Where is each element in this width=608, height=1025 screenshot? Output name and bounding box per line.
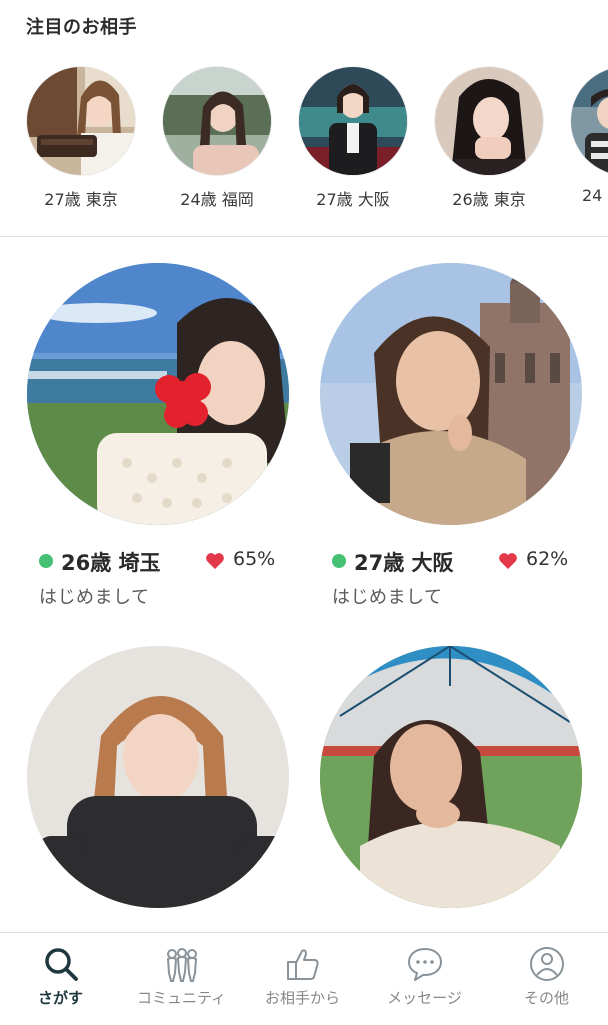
nav-item-from-partner[interactable]: お相手から bbox=[242, 933, 363, 1025]
featured-avatar[interactable] bbox=[298, 66, 408, 176]
community-icon bbox=[166, 948, 197, 982]
nav-label: その他 bbox=[523, 989, 569, 1007]
profile-card[interactable]: 26歳 埼玉 65% はじめまして bbox=[27, 263, 297, 613]
profile-photo[interactable] bbox=[27, 263, 289, 525]
featured-section: 注目のお相手 27歳 東京 24歳 福岡 27歳 大阪 26歳 東京 24 bbox=[0, 0, 608, 237]
featured-avatar[interactable] bbox=[434, 66, 544, 176]
featured-caption: 26歳 東京 bbox=[452, 190, 526, 209]
featured-item[interactable]: 27歳 東京 bbox=[26, 66, 136, 216]
heart-icon bbox=[206, 553, 224, 569]
profile-photo[interactable] bbox=[27, 646, 289, 908]
profile-age-location: 26歳 埼玉 bbox=[61, 551, 161, 575]
profile-greeting: はじめまして bbox=[332, 587, 443, 608]
featured-avatar[interactable] bbox=[26, 66, 136, 176]
profile-greeting: はじめまして bbox=[39, 587, 150, 608]
featured-caption: 24歳 福岡 bbox=[180, 190, 254, 209]
nav-item-other[interactable]: その他 bbox=[486, 933, 607, 1025]
featured-item[interactable]: 26歳 東京 bbox=[434, 66, 544, 216]
profile-card[interactable] bbox=[320, 646, 590, 916]
profile-meta: 27歳 大阪 62% bbox=[332, 547, 592, 577]
thumbs-up-icon bbox=[286, 949, 319, 980]
featured-caption: 24 bbox=[582, 186, 603, 205]
profile-card[interactable]: 27歳 大阪 62% はじめまして bbox=[320, 263, 590, 613]
online-status-dot bbox=[39, 554, 53, 568]
featured-caption: 27歳 東京 bbox=[44, 190, 118, 209]
featured-caption: 27歳 大阪 bbox=[316, 190, 390, 209]
bottom-navigation: さがす コミュニティ お相手から メッセージ その他 bbox=[0, 932, 608, 1025]
profile-age-location: 27歳 大阪 bbox=[354, 551, 454, 575]
profile-photo[interactable] bbox=[320, 646, 582, 908]
featured-item[interactable]: 24歳 福岡 bbox=[162, 66, 272, 216]
featured-item[interactable]: 24 bbox=[570, 66, 608, 216]
profile-card[interactable] bbox=[27, 646, 297, 916]
match-rate: 62% bbox=[526, 548, 569, 570]
heart-icon bbox=[499, 553, 517, 569]
nav-item-community[interactable]: コミュニティ bbox=[121, 933, 242, 1025]
nav-item-messages[interactable]: メッセージ bbox=[364, 933, 485, 1025]
nav-label: お相手から bbox=[264, 989, 340, 1007]
profile-meta: 26歳 埼玉 65% bbox=[39, 547, 299, 577]
nav-label: メッセージ bbox=[387, 989, 462, 1007]
search-icon bbox=[44, 948, 78, 981]
nav-label: コミュニティ bbox=[136, 989, 227, 1007]
profile-photo[interactable] bbox=[320, 263, 582, 525]
online-status-dot bbox=[332, 554, 346, 568]
featured-avatar[interactable] bbox=[162, 66, 272, 176]
nav-label: さがす bbox=[37, 989, 83, 1007]
match-rate: 65% bbox=[233, 548, 276, 570]
featured-item[interactable]: 27歳 大阪 bbox=[298, 66, 408, 216]
user-circle-icon bbox=[529, 947, 564, 981]
message-icon bbox=[407, 948, 442, 981]
featured-avatar[interactable] bbox=[570, 66, 608, 176]
featured-carousel[interactable]: 27歳 東京 24歳 福岡 27歳 大阪 26歳 東京 24 bbox=[0, 0, 608, 236]
nav-item-search[interactable]: さがす bbox=[0, 933, 121, 1025]
